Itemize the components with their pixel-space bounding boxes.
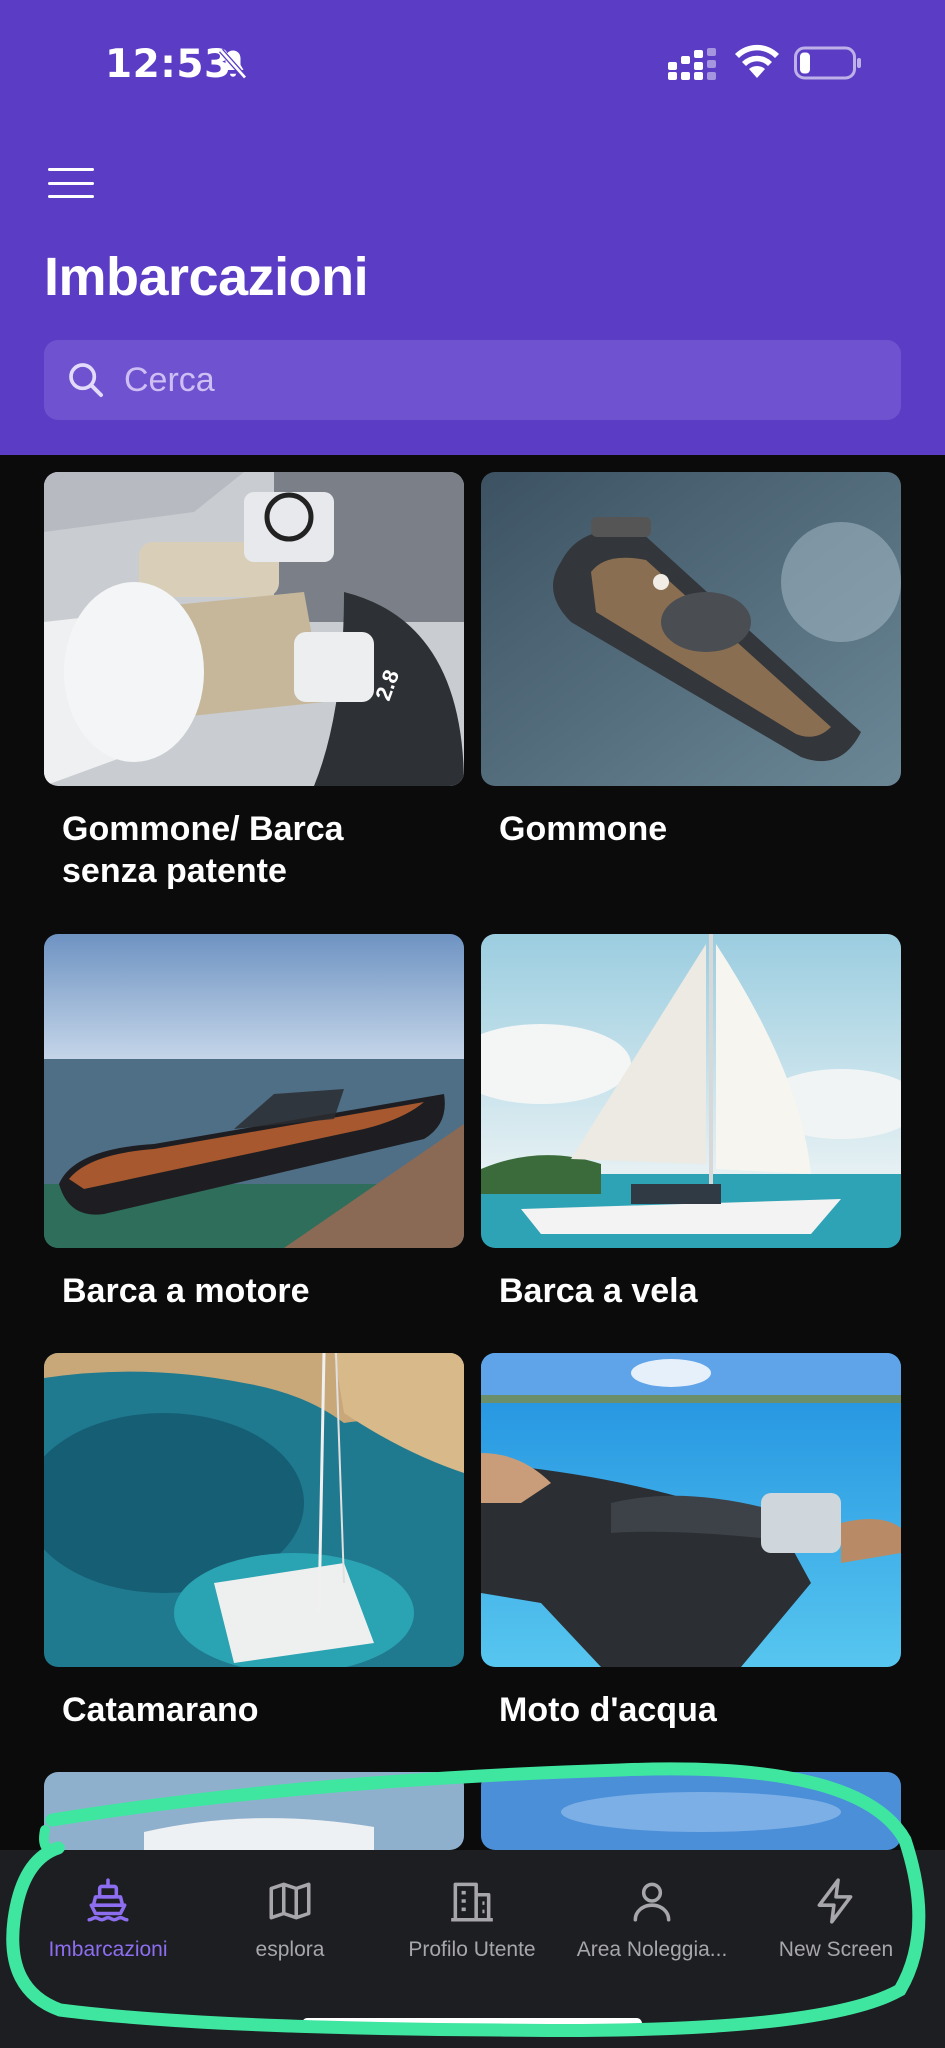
category-label: Catamarano — [62, 1691, 259, 1729]
building-icon — [451, 1882, 493, 1922]
tab-esplora[interactable]: esplora — [200, 1876, 380, 1976]
category-image — [481, 1353, 901, 1667]
header: 12:53 Imbarcazioni Cerca — [0, 0, 945, 455]
category-label: Barca a motore — [62, 1272, 310, 1310]
menu-line-icon — [48, 181, 94, 185]
category-image — [44, 1772, 464, 1850]
category-image — [481, 934, 901, 1248]
category-image — [44, 1353, 464, 1667]
tab-imbarcazioni[interactable]: Imbarcazioni — [18, 1876, 198, 1976]
category-card-barca-a-vela[interactable]: Barca a vela — [481, 934, 901, 1312]
app-screen: 12:53 Imbarcazioni Cerca 2.8 Gommone/ Ba… — [0, 0, 945, 2048]
category-card-catamarano[interactable]: Catamarano — [44, 1353, 464, 1731]
category-card-gommone-senza-patente[interactable]: 2.8 Gommone/ Barca senza patente — [44, 472, 464, 892]
category-card-moto-d-acqua[interactable]: Moto d'acqua — [481, 1353, 901, 1731]
page-title: Imbarcazioni — [44, 247, 369, 307]
category-image: 2.8 — [44, 472, 464, 786]
category-image — [481, 1772, 901, 1850]
category-card-gommone[interactable]: Gommone — [481, 472, 901, 850]
tab-label: esplora — [255, 1938, 325, 1961]
cellular-signal-icon — [668, 48, 716, 80]
category-label: Moto d'acqua — [499, 1691, 717, 1729]
home-indicator — [302, 2018, 642, 2029]
status-bar: 12:53 — [0, 0, 945, 130]
bolt-icon — [817, 1878, 853, 1924]
search-bar[interactable] — [44, 340, 901, 420]
search-input[interactable] — [124, 360, 824, 400]
category-label: Gommone — [499, 810, 668, 848]
category-label: Barca a vela — [499, 1272, 698, 1310]
bell-muted-icon — [219, 48, 247, 80]
search-icon — [69, 363, 103, 397]
battery-icon — [794, 46, 861, 80]
category-image — [481, 472, 901, 786]
hamburger-menu-button[interactable] — [44, 160, 98, 206]
tab-new-screen[interactable]: New Screen — [746, 1876, 926, 1976]
category-image — [44, 934, 464, 1248]
tab-label: Imbarcazioni — [48, 1938, 168, 1961]
wifi-icon — [735, 44, 779, 78]
category-card-partial[interactable] — [481, 1772, 901, 1850]
tab-label: New Screen — [778, 1938, 894, 1961]
category-card-partial[interactable] — [44, 1772, 464, 1850]
tab-profilo-utente[interactable]: Profilo Utente — [382, 1876, 562, 1976]
category-card-barca-a-motore[interactable]: Barca a motore — [44, 934, 464, 1312]
tab-area-noleggiatore[interactable]: Area Noleggia... — [562, 1876, 742, 1976]
boat-icon — [87, 1878, 129, 1922]
tab-label: Profilo Utente — [408, 1938, 536, 1961]
category-label: Gommone/ Barca senza patente — [62, 810, 344, 890]
status-time: 12:53 — [105, 42, 232, 87]
menu-line-icon — [48, 195, 94, 198]
map-icon — [269, 1882, 311, 1920]
person-icon — [633, 1882, 671, 1922]
menu-line-icon — [48, 168, 94, 171]
tab-label: Area Noleggia... — [576, 1938, 728, 1961]
